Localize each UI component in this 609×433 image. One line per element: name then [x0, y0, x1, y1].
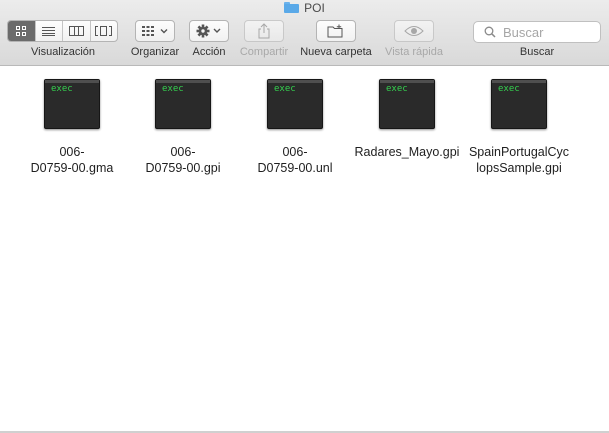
nueva-carpeta-button[interactable] [316, 20, 356, 42]
exec-file-icon: exec [44, 79, 100, 129]
file-item[interactable]: exec SpainPortugalCyc lopsSample.gpi [464, 79, 574, 176]
window-title-text: POI [304, 0, 325, 15]
nueva-carpeta-label: Nueva carpeta [300, 46, 372, 58]
coverflow-view-icon [95, 26, 113, 36]
file-name: Radares_Mayo.gpi [354, 145, 460, 159]
visualizacion-label: Visualización [30, 46, 96, 58]
column-view-icon [68, 26, 84, 36]
buscar-label: Buscar [519, 46, 555, 58]
file-name: 006- D0759-00.unl [257, 145, 333, 175]
exec-file-icon: exec [379, 79, 435, 129]
compartir-button[interactable] [244, 20, 284, 42]
accion-label: Acción [192, 46, 226, 58]
finder-toolbar: POI Visualización Organizar Acción Compa… [0, 0, 609, 66]
accion-button[interactable] [189, 20, 229, 42]
search-field[interactable] [473, 21, 601, 43]
file-item[interactable]: exec 006- D0759-00.gpi [128, 79, 238, 176]
exec-file-icon: exec [155, 79, 211, 129]
folder-icon [284, 2, 300, 13]
arrange-icon [142, 26, 168, 36]
coverflow-view-button[interactable] [91, 21, 118, 41]
organizar-label: Organizar [130, 46, 180, 58]
file-name: 006- D0759-00.gpi [145, 145, 221, 175]
file-name: SpainPortugalCyc lopsSample.gpi [468, 145, 570, 175]
icon-view-icon [16, 26, 27, 36]
search-input[interactable] [503, 24, 595, 40]
compartir-label: Compartir [239, 46, 289, 58]
vista-rapida-button[interactable] [394, 20, 434, 42]
eye-icon [404, 26, 424, 36]
file-item[interactable]: exec 006- D0759-00.gma [17, 79, 127, 176]
list-view-icon [42, 26, 56, 36]
view-mode-segmented-control [7, 20, 118, 42]
window-title: POI [0, 0, 609, 16]
new-folder-icon [327, 24, 343, 38]
organizar-button[interactable] [135, 20, 175, 42]
file-item[interactable]: exec Radares_Mayo.gpi [352, 79, 462, 160]
icon-view-button[interactable] [8, 21, 36, 41]
file-name: 006- D0759-00.gma [30, 145, 114, 175]
list-view-button[interactable] [36, 21, 63, 41]
file-item[interactable]: exec 006- D0759-00.unl [240, 79, 350, 176]
exec-file-icon: exec [491, 79, 547, 129]
vista-rapida-label: Vista rápida [385, 46, 443, 58]
gear-icon [196, 24, 221, 38]
share-icon [258, 23, 270, 39]
column-view-button[interactable] [63, 21, 91, 41]
search-icon [484, 26, 496, 38]
exec-file-icon: exec [267, 79, 323, 129]
file-browser-area: exec 006- D0759-00.gma exec 006- D0759-00.… [0, 67, 609, 433]
